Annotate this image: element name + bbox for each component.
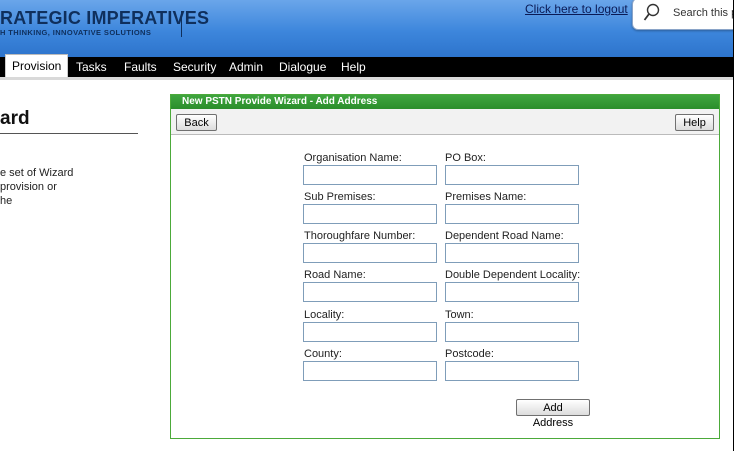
page-title: ard [0,108,30,129]
sub-premises-input[interactable] [303,204,437,224]
town-label: Town: [445,309,474,321]
town-input[interactable] [445,322,579,342]
logout-link[interactable]: Click here to logout [525,2,628,16]
sub-premises-label: Sub Premises: [304,191,376,203]
locality-label: Locality: [304,309,345,321]
nav-tab-help[interactable]: Help [341,60,366,74]
nav-tab-security[interactable]: Security [173,60,216,74]
dependent-road-name-input[interactable] [445,243,579,263]
po-box-label: PO Box: [445,152,486,164]
county-label: County: [304,348,342,360]
wizard-title: New PSTN Provide Wizard - Add Address [171,95,719,109]
organisation-name-label: Organisation Name: [304,152,402,164]
postcode-label: Postcode: [445,348,494,360]
search-input[interactable]: Search this po [673,7,734,19]
logo-divider [181,11,182,37]
double-dependent-locality-input[interactable] [445,282,579,302]
search-icon[interactable] [643,3,661,23]
postcode-input[interactable] [445,361,579,381]
back-button[interactable]: Back [176,114,217,131]
help-button[interactable]: Help [675,114,714,131]
road-name-input[interactable] [303,282,437,302]
nav-tab-faults[interactable]: Faults [124,60,157,74]
search-box[interactable]: Search this po [632,0,734,30]
county-input[interactable] [303,361,437,381]
nav-underline [0,77,734,80]
road-name-label: Road Name: [304,269,366,281]
dependent-road-name-label: Dependent Road Name: [445,230,564,242]
intro-text-line: provision or [0,181,57,193]
logo-tagline: H THINKING, INNOVATIVE SOLUTIONS [0,28,152,37]
nav-tab-admin[interactable]: Admin [229,60,263,74]
po-box-input[interactable] [445,165,579,185]
intro-text-line: e set of Wizard [0,167,74,179]
nav-tab-dialogue[interactable]: Dialogue [279,60,326,74]
wizard-toolbar: Back Help [171,109,719,135]
title-divider [0,133,138,134]
thoroughfare-number-label: Thoroughfare Number: [304,230,416,242]
premises-name-label: Premises Name: [445,191,527,203]
nav-tab-provision[interactable]: Provision [5,54,69,78]
main-nav: Provision Tasks Faults Security Admin Di… [0,54,734,78]
header-bar: RATEGIC IMPERATIVES H THINKING, INNOVATI… [0,0,734,57]
locality-input[interactable] [303,322,437,342]
intro-text-line: he [0,195,13,207]
add-address-button[interactable]: Add Address [516,399,590,429]
premises-name-input[interactable] [445,204,579,224]
organisation-name-input[interactable] [303,165,437,185]
nav-tab-tasks[interactable]: Tasks [76,60,107,74]
thoroughfare-number-input[interactable] [303,243,437,263]
double-dependent-locality-label: Double Dependent Locality: [445,269,581,281]
wizard-panel: New PSTN Provide Wizard - Add Address Ba… [170,94,720,439]
logo-title: RATEGIC IMPERATIVES [0,8,210,28]
